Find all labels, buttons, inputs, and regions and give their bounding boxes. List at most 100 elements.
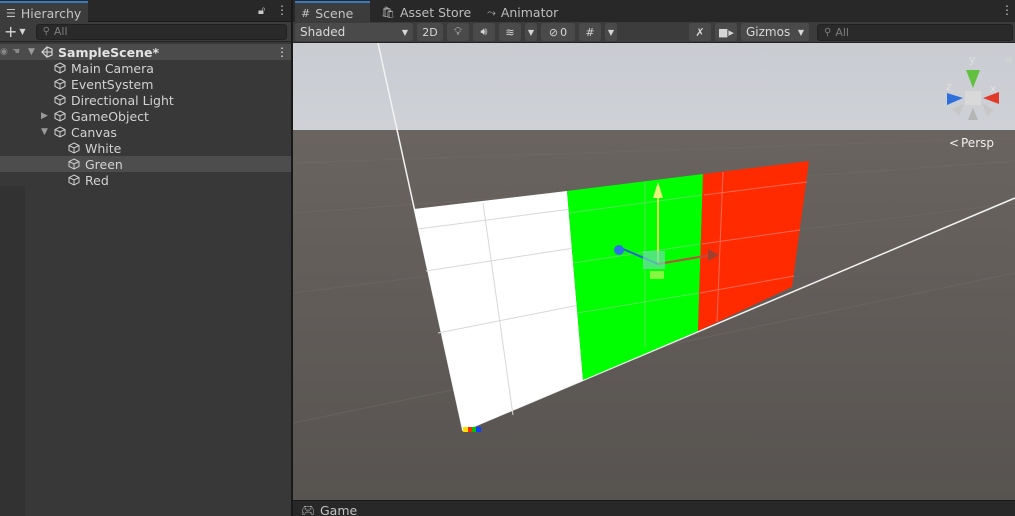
- hidden-objects-button[interactable]: ⊘ 0: [541, 23, 575, 41]
- scene-tabbar: # Scene 🛍︎ Asset Store ⤳ Animator ⋮: [293, 0, 1015, 23]
- chevron-down-icon: ▼: [527, 27, 535, 37]
- grid-toggle-button[interactable]: #: [579, 23, 601, 41]
- grid-snap-icon: #: [585, 25, 595, 39]
- effects-dropdown-button[interactable]: ▼: [525, 23, 537, 41]
- add-icon: +: [4, 21, 18, 41]
- tree-item-label: Main Camera: [71, 60, 154, 76]
- tab-game[interactable]: 🎮︎ Game: [295, 503, 365, 516]
- tree-item-label: Directional Light: [71, 92, 174, 108]
- shading-mode-dropdown[interactable]: Shaded ▼: [295, 23, 413, 41]
- grid-dropdown-button[interactable]: ▼: [605, 23, 617, 41]
- projection-label[interactable]: Persp: [961, 136, 994, 150]
- tree-item-white[interactable]: White: [0, 140, 291, 156]
- tab-animator-label: Animator: [500, 5, 559, 20]
- scene-viewport[interactable]: y x z < Persp: [293, 43, 1015, 500]
- tab-scene[interactable]: # Scene: [295, 1, 370, 23]
- shopping-bag-icon: 🛍︎: [381, 6, 395, 19]
- tree-item-directional-light[interactable]: Directional Light: [0, 92, 291, 108]
- scene-toolbar: Shaded ▼ 2D 💡︎ 🔊︎ ≋ ▼ ⊘ 0 # ▼ ✗ ■▸ Gizmo…: [293, 22, 1015, 43]
- gameobject-cube-icon: [54, 78, 66, 90]
- tree-item-label: EventSystem: [71, 76, 154, 92]
- hierarchy-toolbar: + ▼ ⚲ All: [0, 22, 291, 42]
- collapse-arrow-icon[interactable]: ▼: [41, 127, 51, 137]
- gizmo-z-label: z: [946, 80, 952, 93]
- hierarchy-tabbar: ☰ Hierarchy 🔓︎ ⋮: [0, 0, 291, 23]
- gamepad-icon: 🎮︎: [301, 504, 315, 516]
- unity-editor: ☰ Hierarchy 🔓︎ ⋮ + ▼ ⚲ All ◉ ☚ ▼ SampleSc…: [0, 0, 1015, 516]
- scene-window: # Scene 🛍︎ Asset Store ⤳ Animator ⋮ Shad…: [293, 0, 1015, 500]
- tree-item-main-camera[interactable]: Main Camera: [0, 60, 291, 76]
- tab-hierarchy[interactable]: ☰ Hierarchy: [0, 1, 88, 23]
- game-window: 🎮︎ Game: [293, 500, 1015, 516]
- tree-item-red[interactable]: Red: [0, 172, 291, 188]
- chevron-down-icon: ▼: [797, 27, 804, 37]
- gizmos-label: Gizmos: [746, 25, 791, 39]
- gameobject-cube-icon: [68, 142, 80, 154]
- gizmo-x-label: x: [990, 82, 997, 95]
- gizmos-dropdown[interactable]: Gizmos ▼: [741, 23, 809, 41]
- audio-toggle-button[interactable]: 🔊︎: [473, 23, 495, 41]
- chevron-down-icon: ▼: [607, 27, 615, 37]
- gameobject-cube-icon: [68, 174, 80, 186]
- visibility-icon[interactable]: ◉: [0, 47, 8, 57]
- tab-asset-store[interactable]: 🛍︎ Asset Store: [375, 2, 479, 23]
- search-icon: ⚲: [824, 26, 832, 38]
- scene-label: SampleScene*: [58, 44, 159, 60]
- toggle-2d-label: 2D: [422, 25, 438, 39]
- hierarchy-tab-label: Hierarchy: [20, 5, 82, 21]
- scene-menu-icon[interactable]: ⋮: [276, 45, 288, 59]
- gameobject-cube-icon: [68, 158, 80, 170]
- scene-render: y x z < Persp: [293, 43, 1015, 500]
- effects-toggle-button[interactable]: ≋: [499, 23, 521, 41]
- tree-item-gameobject[interactable]: ▶ GameObject: [0, 108, 291, 124]
- hierarchy-search-input[interactable]: ⚲ All: [35, 23, 287, 40]
- list-icon: ☰: [6, 6, 16, 20]
- grid-icon: #: [301, 6, 311, 20]
- gameobject-cube-icon: [54, 110, 66, 122]
- animator-icon: ⤳: [487, 5, 496, 19]
- pick-icon[interactable]: ☚: [12, 47, 20, 57]
- tree-item-scene[interactable]: ◉ ☚ ▼ SampleScene* ⋮: [0, 44, 291, 60]
- tree-item-label: White: [85, 140, 122, 156]
- tree-item-label: GameObject: [71, 108, 149, 124]
- gizmo-y-label: y: [969, 53, 976, 66]
- tools-button[interactable]: ✗: [689, 23, 711, 41]
- tree-item-label: Green: [85, 156, 123, 172]
- hierarchy-gutter: [0, 186, 25, 516]
- scene-search-input[interactable]: ⚲ All: [817, 23, 1013, 41]
- gizmo-lock-icon[interactable]: [1005, 57, 1012, 63]
- wrench-icon: ✗: [695, 25, 705, 39]
- lighting-toggle-button[interactable]: 💡︎: [447, 23, 469, 41]
- lock-icon[interactable]: 🔓︎: [258, 4, 265, 18]
- toggle-2d-button[interactable]: 2D: [417, 23, 443, 41]
- expand-arrow-icon[interactable]: ▼: [28, 47, 38, 57]
- hidden-count: 0: [560, 25, 568, 39]
- hierarchy-panel: ☰ Hierarchy 🔓︎ ⋮ + ▼ ⚲ All ◉ ☚ ▼ SampleSc…: [0, 0, 292, 516]
- gameobject-cube-icon: [54, 62, 66, 74]
- unity-scene-icon: [41, 46, 53, 58]
- scene-kebab-menu-icon[interactable]: ⋮: [1001, 3, 1013, 17]
- speaker-icon: 🔊︎: [480, 25, 488, 38]
- tab-asset-store-label: Asset Store: [399, 5, 472, 20]
- add-button[interactable]: + ▼: [4, 21, 26, 41]
- tree-item-canvas[interactable]: ▼ Canvas: [0, 124, 291, 140]
- tab-game-label: Game: [319, 503, 358, 516]
- origin-marker: [463, 427, 481, 432]
- camera-button[interactable]: ■▸: [715, 23, 737, 41]
- expand-arrow-icon[interactable]: ▶: [41, 111, 51, 121]
- tree-item-eventsystem[interactable]: EventSystem: [0, 76, 291, 92]
- kebab-menu-icon[interactable]: ⋮: [276, 3, 288, 17]
- shading-mode-value: Shaded: [300, 25, 346, 39]
- hierarchy-tree: ◉ ☚ ▼ SampleScene* ⋮ Main Camera EventSy…: [0, 44, 291, 188]
- chevron-down-icon: ▼: [401, 27, 408, 37]
- eye-slash-icon: ⊘: [548, 25, 559, 39]
- tree-item-green[interactable]: Green: [0, 156, 291, 172]
- search-icon: ⚲: [42, 26, 50, 37]
- layers-icon: ≋: [505, 25, 515, 39]
- persp-chevron-icon[interactable]: <: [949, 136, 959, 150]
- tree-item-label: Canvas: [71, 124, 117, 140]
- video-camera-icon: ■▸: [718, 25, 734, 39]
- tab-scene-label: Scene: [315, 5, 354, 21]
- tab-animator[interactable]: ⤳ Animator: [481, 2, 566, 23]
- lightbulb-icon: 💡︎: [454, 25, 462, 38]
